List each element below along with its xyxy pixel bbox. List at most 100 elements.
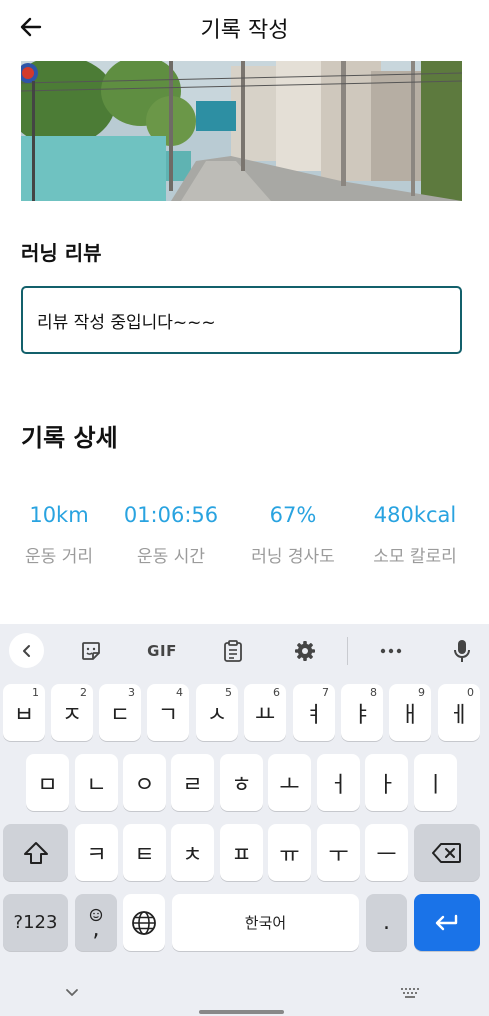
review-input[interactable]: 리뷰 작성 중입니다~~~ [21,286,462,354]
stat-calories: 480kcal 소모 칼로리 [355,503,475,567]
gif-button[interactable]: GIF [140,634,184,668]
globe-icon [132,910,156,935]
key-char: ㅛ [254,702,276,728]
key-hint: 3 [128,686,135,699]
chevron-down-icon [66,989,78,996]
stat-value: 10km [29,503,89,527]
sticker-icon [82,642,100,660]
page-title: 기록 작성 [200,18,289,43]
key-row2[interactable]: ㅇ [123,754,166,811]
key-row3[interactable]: ㅡ [365,824,408,881]
settings-button[interactable] [287,634,323,668]
key-row2[interactable]: ㅁ [26,754,69,811]
voice-input-button[interactable] [444,634,480,668]
stat-label: 소모 칼로리 [373,547,457,567]
key-hint: 7 [322,686,329,699]
key-row1[interactable]: ㅑ8 [341,684,383,741]
key-row2[interactable]: ㅗ [268,754,311,811]
microphone-icon [454,640,470,662]
key-char: ㅂ [13,702,35,728]
stat-value: 01:06:56 [123,503,219,527]
shift-key[interactable] [3,824,68,881]
key-row1[interactable]: ㄷ3 [99,684,141,741]
key-row1[interactable]: ㅛ6 [244,684,286,741]
backspace-key[interactable] [414,824,480,881]
keyboard-toolbar: GIF [0,624,489,678]
keyboard-icon [401,988,419,998]
key-row1[interactable]: ㅈ2 [51,684,93,741]
key-row2[interactable]: ㅓ [317,754,360,811]
key-row2[interactable]: ㄹ [171,754,214,811]
stat-duration: 01:06:56 운동 시간 [111,503,231,567]
hide-keyboard-button[interactable] [62,986,82,1000]
key-char: ㅐ [399,702,421,728]
key-row3[interactable]: ㅊ [171,824,214,881]
key-char: ㅈ [61,702,83,728]
symbols-key[interactable]: ?123 [3,894,68,951]
clipboard-button[interactable] [215,634,251,668]
toolbar-divider [347,637,348,665]
details-title: 기록 상세 [21,424,118,452]
key-row2[interactable]: ㅣ [414,754,457,811]
more-horizontal-icon [380,648,402,654]
comma-char: , [92,916,100,942]
emoji-comma-key[interactable]: , [75,894,117,951]
shift-icon [23,841,48,864]
key-row3[interactable]: ㅍ [220,824,263,881]
run-photo [21,61,462,201]
key-char: ㅕ [303,702,325,728]
key-hint: 4 [176,686,183,699]
stat-value: 67% [269,503,317,527]
gear-icon [295,641,315,661]
keyboard: GIF ㅂ1 ㅈ2 ㄷ3 ㄱ4 ㅅ5 ㅛ6 ㅕ7 ㅑ8 ㅐ9 ㅔ0 ㅁ ㄴ ㅇ … [0,624,489,1016]
chevron-left-icon [22,644,30,657]
clipboard-icon [224,640,242,662]
key-hint: 1 [32,686,39,699]
key-row3[interactable]: ㅜ [317,824,360,881]
key-hint: 6 [273,686,280,699]
app-header: 기록 작성 [0,0,489,56]
stat-label: 운동 시간 [137,547,205,567]
more-button[interactable] [373,634,409,668]
key-hint: 8 [370,686,377,699]
navigation-bar [0,960,489,1016]
sticker-button[interactable] [73,634,109,668]
review-label: 러닝 리뷰 [21,241,102,265]
space-key[interactable]: 한국어 [172,894,359,951]
key-hint: 2 [80,686,87,699]
collapse-toolbar-button[interactable] [9,633,44,668]
key-char: ㅔ [448,702,470,728]
key-char: ㄱ [157,702,179,728]
key-hint: 0 [467,686,474,699]
key-row3[interactable]: ㅠ [268,824,311,881]
key-row1[interactable]: ㄱ4 [147,684,189,741]
backspace-icon [432,842,461,863]
keyboard-switch-button[interactable] [400,986,420,1000]
stats-row: 10km 운동 거리 01:06:56 운동 시간 67% 러닝 경사도 480… [0,503,489,573]
stat-incline: 67% 러닝 경사도 [233,503,353,567]
stat-value: 480kcal [373,503,457,527]
key-row3[interactable]: ㅌ [123,824,166,881]
key-row2[interactable]: ㅎ [220,754,263,811]
enter-key[interactable] [414,894,480,951]
stat-distance: 10km 운동 거리 [0,503,119,567]
key-row1[interactable]: ㅐ9 [389,684,431,741]
key-row2[interactable]: ㄴ [75,754,118,811]
key-row1[interactable]: ㅔ0 [438,684,480,741]
key-row2[interactable]: ㅏ [365,754,408,811]
key-row3[interactable]: ㅋ [75,824,118,881]
key-char: ㅑ [351,702,373,728]
key-char: ㅅ [206,702,228,728]
key-row1[interactable]: ㅅ5 [196,684,238,741]
home-indicator[interactable] [199,1010,284,1014]
stat-label: 운동 거리 [25,547,93,567]
key-hint: 9 [418,686,425,699]
stat-label: 러닝 경사도 [251,547,335,567]
key-row1[interactable]: ㅂ1 [3,684,45,741]
period-key[interactable]: . [366,894,407,951]
enter-icon [435,914,458,930]
key-char: ㄷ [109,702,131,728]
language-key[interactable] [123,894,165,951]
key-hint: 5 [225,686,232,699]
key-row1[interactable]: ㅕ7 [293,684,335,741]
